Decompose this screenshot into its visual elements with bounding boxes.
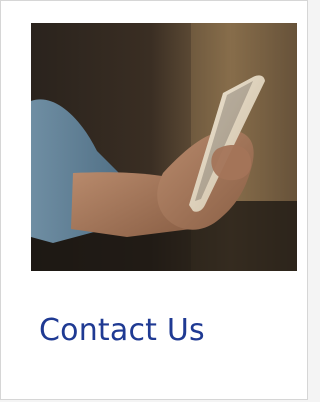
contact-us-card[interactable]: Contact Us [0, 0, 308, 400]
contact-us-title[interactable]: Contact Us [39, 313, 205, 348]
hand-holding-phone-image[interactable] [31, 23, 297, 271]
